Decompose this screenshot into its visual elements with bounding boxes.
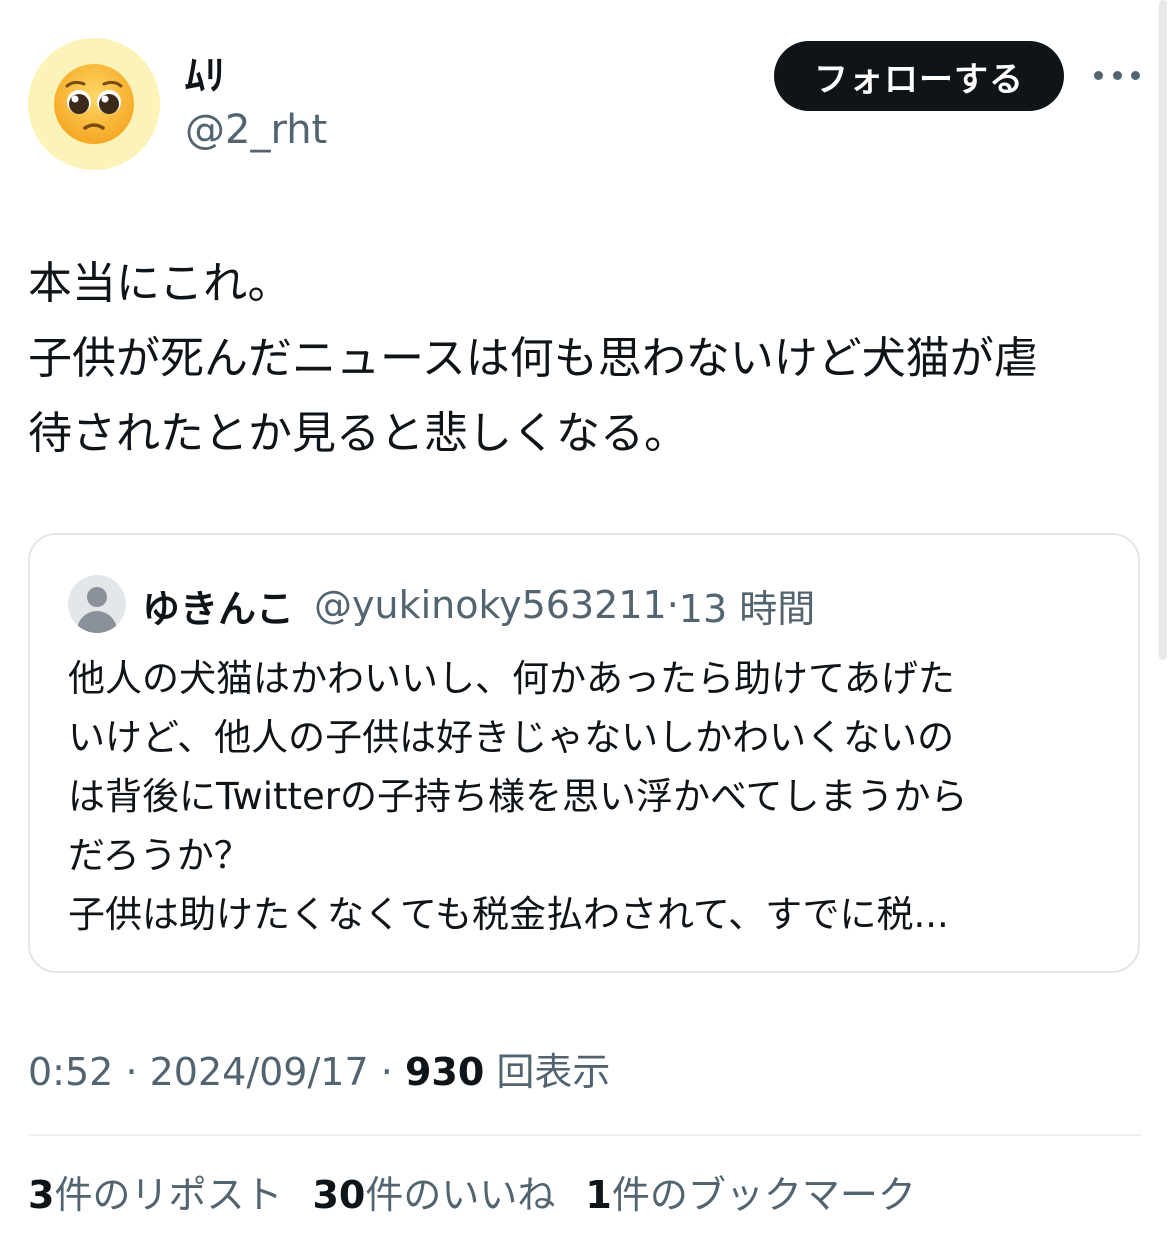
likes-count: 30 (312, 1173, 366, 1217)
quoted-author-handle: @yukinoky563211 (314, 583, 667, 627)
author-display-name[interactable]: ﾑﾘ (185, 52, 225, 100)
tweet-time[interactable]: 0:52 (28, 1050, 113, 1094)
author-avatar[interactable] (28, 38, 160, 170)
tweet-date[interactable]: 2024/09/17 (150, 1050, 369, 1094)
reposts-label: 件のリポスト (54, 1173, 283, 1217)
quoted-author-name: ゆきんこ (142, 586, 295, 631)
dot (1131, 70, 1140, 80)
more-options-icon[interactable] (1094, 60, 1140, 90)
quoted-tweet-text: 他人の犬猫はかわいいし、何かあったら助けてあげた いけど、他人の子供は好きじゃな… (68, 657, 968, 936)
dot (1112, 70, 1122, 80)
quoted-tweet[interactable]: ゆきんこ @yukinoky563211 · 13 時間 他人の犬猫はかわいいし… (28, 533, 1140, 973)
follow-button[interactable]: フォローする (774, 41, 1064, 111)
scrollbar[interactable] (1159, 0, 1167, 660)
views-label: 回表示 (496, 1050, 611, 1094)
tweet-meta: 0:52 · 2024/09/17 · 930 回表示 (28, 1046, 610, 1098)
dot (1094, 70, 1103, 80)
bookmarks-count: 1 (585, 1173, 612, 1217)
separator: · (666, 583, 679, 627)
reposts-count: 3 (28, 1173, 55, 1217)
divider (28, 1134, 1142, 1136)
engagement-stats: 3件のリポスト 30件のいいね 1件のブックマーク (28, 1168, 946, 1222)
separator: · (125, 1050, 138, 1094)
likes-label: 件のいいね (365, 1173, 556, 1217)
pleading-face-icon (54, 64, 134, 144)
likes-stat[interactable]: 30件のいいね (312, 1168, 555, 1222)
quoted-tweet-time: 13 時間 (678, 586, 816, 631)
author-handle[interactable]: @2_rht (185, 106, 327, 154)
reposts-stat[interactable]: 3件のリポスト (28, 1168, 282, 1222)
bookmarks-stat[interactable]: 1件のブックマーク (585, 1168, 915, 1222)
separator: · (380, 1050, 393, 1094)
default-user-icon (68, 575, 126, 633)
bookmarks-label: 件のブックマーク (611, 1173, 916, 1217)
tweet-text: 本当にこれ。 子供が死んだニュースは何も思わないけど犬猫が虐 待されたとか見ると… (28, 258, 1038, 459)
quoted-tweet-header: ゆきんこ @yukinoky563211 · 13 時間 (142, 577, 815, 633)
views-count: 930 (404, 1050, 485, 1094)
